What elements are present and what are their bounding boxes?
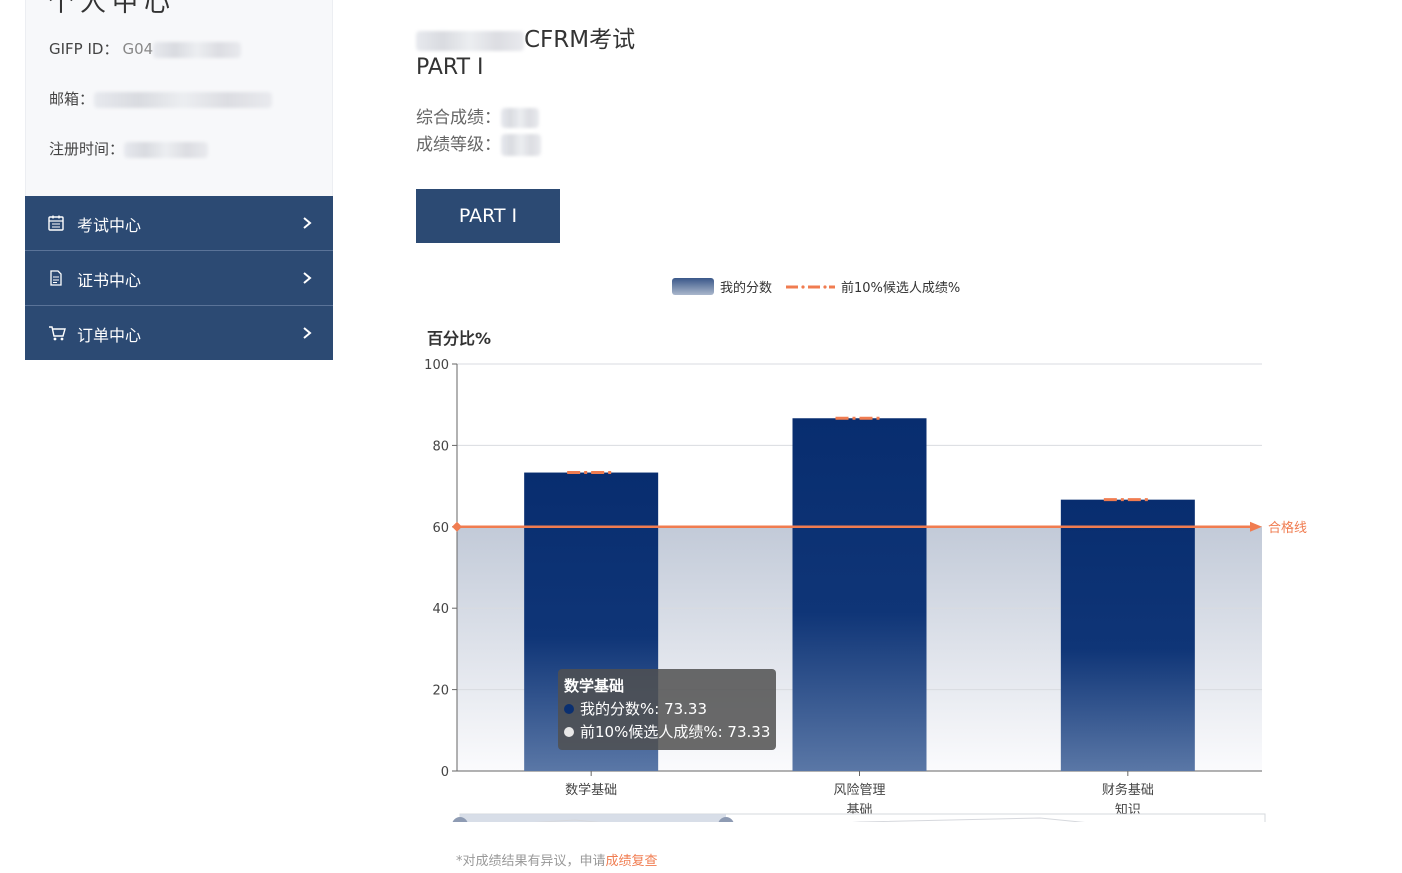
footer-text: *对成绩结果有异议，申请 <box>456 854 606 869</box>
chart-svg: 我的分数 前10%候选人成绩% 百分比% 020406080100数学基础 风险管… <box>424 278 1307 836</box>
register-time-label: 注册时间： <box>49 140 125 158</box>
y-tick-label: 20 <box>432 684 449 699</box>
overall-score-label: 综合成绩： <box>416 108 501 128</box>
chart-tooltip: 数学基础 我的分数%: 73.33 前10%候选人成绩%: 73.33 <box>558 669 776 750</box>
chevron-right-icon <box>303 272 312 284</box>
legend-label-top10: 前10%候选人成绩% <box>841 280 960 296</box>
sidebar: 个人中心 GIFP ID： G04 邮箱： 注册时间： 考试中心 证书中心 订单… <box>25 0 333 360</box>
redacted-value <box>416 30 524 51</box>
chevron-right-icon <box>303 217 312 229</box>
overall-score-row: 综合成绩： <box>416 103 539 128</box>
tooltip-row-my-score: 我的分数%: 73.33 <box>564 698 770 721</box>
pass-line-label: 合格线 <box>1268 520 1307 536</box>
bar-my-score <box>792 418 927 771</box>
exam-title-text: CFRM考试 <box>524 27 636 53</box>
part-title: PART I <box>416 55 484 80</box>
redacted-value <box>501 108 539 128</box>
email-row: 邮箱： <box>49 88 273 109</box>
zoom-selection[interactable] <box>460 814 726 835</box>
legend-swatch-my-score <box>672 278 714 295</box>
cart-icon <box>49 326 66 341</box>
grade-row: 成绩等级： <box>416 130 541 156</box>
gifp-id-value: G04 <box>122 40 154 58</box>
bar-my-score <box>1060 499 1195 771</box>
menu-item-label: 考试中心 <box>77 216 142 235</box>
part-tab-button[interactable]: PART I <box>416 189 560 243</box>
redacted-value <box>153 41 242 58</box>
gifp-id-row: GIFP ID： G04 <box>49 38 242 59</box>
tooltip-title: 数学基础 <box>564 677 625 695</box>
menu-item-label: 证书中心 <box>77 271 142 290</box>
series-dot <box>564 726 574 737</box>
menu-item-exam-center[interactable]: 考试中心 <box>25 196 333 250</box>
series-dot <box>564 703 574 714</box>
x-tick-label: 数学基础 <box>565 782 617 798</box>
plot-area: 020406080100数学基础 风险管理基础财务基础知识合格线 <box>424 358 1307 818</box>
redacted-value <box>501 134 541 156</box>
document-icon <box>50 270 62 286</box>
score-chart: 我的分数 前10%候选人成绩% 百分比% 0 20 40 60 80 100 数学基础 风险管… <box>400 262 1340 836</box>
chart-legend[interactable]: 我的分数 前10%候选人成绩% <box>672 278 960 296</box>
redacted-value <box>124 141 209 158</box>
calendar-icon <box>48 215 64 231</box>
y-tick-label: 80 <box>432 439 449 454</box>
data-zoom-slider[interactable] <box>452 813 1266 836</box>
y-tick-label: 40 <box>432 602 449 617</box>
y-tick-label: 0 <box>441 765 449 780</box>
y-axis-label: 百分比% <box>427 329 491 348</box>
tooltip-row-text: 我的分数%: 73.33 <box>580 700 708 718</box>
y-tick-label: 60 <box>432 521 449 536</box>
register-time-row: 注册时间： <box>49 138 209 159</box>
tooltip-row-top10: 前10%候选人成绩%: 73.33 <box>564 721 770 744</box>
email-label: 邮箱： <box>49 90 95 108</box>
grade-label: 成绩等级： <box>416 135 501 155</box>
footer-note: *对成绩结果有异议，申请成绩复查 <box>456 850 658 869</box>
legend-swatch-top10 <box>786 285 835 289</box>
x-tick-label: 财务基础 <box>1102 782 1154 798</box>
redacted-value <box>94 91 273 108</box>
menu-item-label: 订单中心 <box>77 326 142 345</box>
tooltip-row-text: 前10%候选人成绩%: 73.33 <box>580 723 771 741</box>
x-tick-label: 风险管理 <box>833 783 885 798</box>
score-review-link[interactable]: 成绩复查 <box>606 854 658 869</box>
exam-title: CFRM考试 <box>416 20 635 54</box>
menu-item-certificate-center[interactable]: 证书中心 <box>25 251 333 305</box>
profile-card: 个人中心 GIFP ID： G04 邮箱： 注册时间： <box>25 0 333 196</box>
menu-item-order-center[interactable]: 订单中心 <box>25 306 333 360</box>
profile-title: 个人中心 <box>48 0 177 18</box>
legend-label-my-score: 我的分数 <box>720 280 772 296</box>
gifp-id-label: GIFP ID： <box>49 40 119 58</box>
chevron-right-icon <box>303 327 312 339</box>
y-tick-label: 100 <box>424 358 449 373</box>
